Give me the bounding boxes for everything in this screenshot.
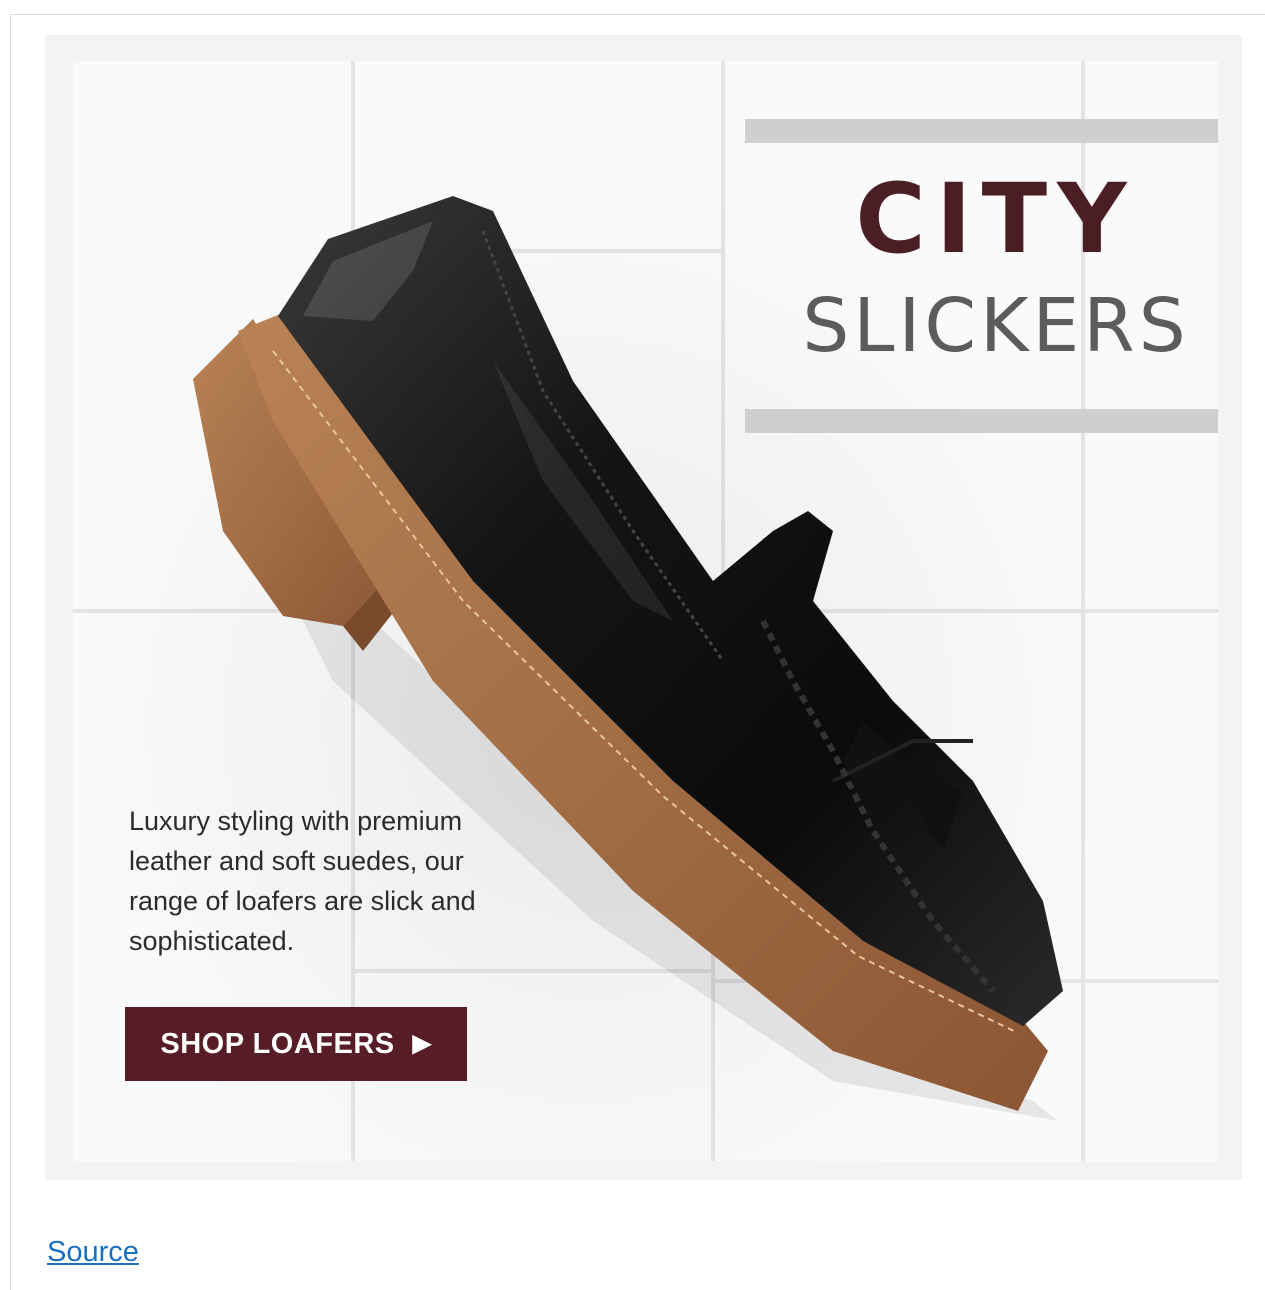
headline-top-bar bbox=[745, 119, 1218, 143]
headline-slickers: SLICKERS bbox=[802, 283, 1190, 369]
shop-loafers-button[interactable]: SHOP LOAFERS ▶ bbox=[125, 1007, 467, 1081]
source-link[interactable]: Source bbox=[47, 1236, 139, 1269]
banner-background: CITY SLICKERS Luxury styling with premiu… bbox=[73, 61, 1218, 1161]
promo-banner: CITY SLICKERS Luxury styling with premiu… bbox=[45, 35, 1242, 1180]
play-arrow-icon: ▶ bbox=[412, 1030, 432, 1057]
shop-loafers-label: SHOP LOAFERS bbox=[160, 1027, 395, 1060]
headline-city: CITY bbox=[855, 163, 1137, 275]
headline-block: CITY SLICKERS bbox=[745, 119, 1218, 433]
banner-description: Luxury styling with premium leather and … bbox=[129, 806, 476, 956]
headline-bottom-bar bbox=[745, 409, 1218, 433]
